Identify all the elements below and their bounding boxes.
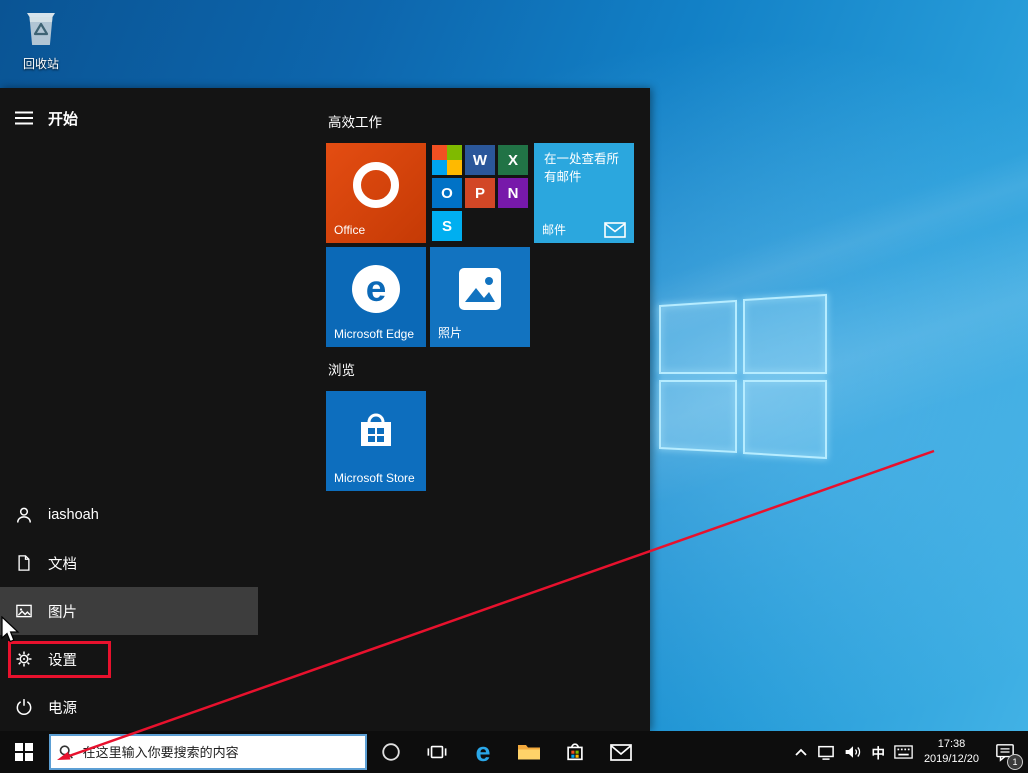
tile-excel[interactable]: X	[498, 145, 528, 175]
user-name-label: iashoah	[48, 507, 99, 523]
edge-icon: e	[475, 739, 490, 766]
file-explorer-button[interactable]	[506, 731, 552, 773]
start-menu-left-panel: 开始 iashoah 文	[0, 88, 258, 731]
start-nav-power[interactable]: 电源	[0, 683, 258, 731]
start-menu-title: 开始	[48, 108, 78, 129]
tile-mail-bottom: 邮件	[534, 221, 634, 238]
pictures-label: 图片	[48, 601, 77, 622]
tile-office-label: Office	[334, 223, 365, 237]
tile-mail-label: 邮件	[542, 221, 566, 238]
tile-grid-browse: Microsoft Store	[326, 391, 650, 491]
start-menu-nav: iashoah 文档	[0, 491, 258, 731]
hamburger-menu-button[interactable]	[0, 111, 48, 125]
tile-onenote[interactable]: N	[498, 178, 528, 208]
search-input[interactable]	[81, 744, 357, 761]
user-icon	[0, 505, 48, 525]
document-icon	[0, 553, 48, 573]
notification-badge: 1	[1007, 754, 1023, 770]
edge-logo-icon: e	[352, 265, 400, 313]
mail-taskbar-button[interactable]	[598, 731, 644, 773]
tile-skype[interactable]: S	[432, 211, 462, 241]
tile-office-hub[interactable]	[432, 145, 462, 175]
start-nav-user[interactable]: iashoah	[0, 491, 258, 539]
hamburger-icon	[15, 111, 33, 125]
cortana-icon	[380, 741, 402, 763]
tile-word[interactable]: W	[465, 145, 495, 175]
start-menu-header: 开始	[0, 98, 258, 138]
tile-edge-label: Microsoft Edge	[334, 327, 414, 341]
file-explorer-icon	[517, 742, 541, 762]
start-nav-settings[interactable]: 设置	[0, 635, 258, 683]
tray-overflow-button[interactable]	[794, 731, 808, 773]
tile-store[interactable]: Microsoft Store	[326, 391, 426, 491]
tile-mail[interactable]: 在一处查看所有邮件 邮件	[534, 143, 634, 243]
mail-icon	[610, 744, 632, 761]
photos-icon	[457, 266, 503, 312]
store-icon	[353, 408, 399, 454]
tile-powerpoint[interactable]: P	[465, 178, 495, 208]
tile-photos[interactable]: 照片	[430, 247, 530, 347]
taskbar-search-box[interactable]	[49, 734, 367, 770]
search-icon	[59, 744, 74, 760]
office-logo-icon	[353, 162, 399, 208]
store-icon	[564, 741, 586, 763]
windows-desktop: 回收站 开始 iashoah	[0, 0, 1028, 773]
gear-icon	[0, 649, 48, 669]
touch-keyboard-button[interactable]	[894, 731, 913, 773]
clock-time: 17:38	[938, 738, 966, 750]
task-view-button[interactable]	[414, 731, 460, 773]
tile-edge[interactable]: e Microsoft Edge	[326, 247, 426, 347]
office-apps-group: W X O P N S	[430, 143, 530, 243]
keyboard-icon	[894, 745, 913, 759]
ime-language-indicator[interactable]: 中	[871, 731, 885, 773]
power-label: 电源	[48, 697, 77, 718]
chevron-up-icon	[794, 747, 808, 757]
cortana-button[interactable]	[368, 731, 414, 773]
documents-label: 文档	[48, 553, 77, 574]
start-menu-tiles-panel: 高效工作 Office W X O P N S 在一处查看所有邮件	[258, 88, 650, 731]
edge-taskbar-button[interactable]: e	[460, 731, 506, 773]
recycle-bin-icon	[22, 6, 60, 48]
recycle-bin[interactable]: 回收站	[12, 6, 70, 72]
settings-label: 设置	[48, 649, 77, 670]
network-icon	[817, 744, 835, 760]
tile-mail-live-text: 在一处查看所有邮件	[534, 143, 634, 186]
tile-grid-productivity: Office W X O P N S 在一处查看所有邮件 邮件	[326, 143, 650, 347]
taskbar-clock[interactable]: 17:38 2019/12/20	[922, 737, 981, 767]
tile-office[interactable]: Office	[326, 143, 426, 243]
pictures-icon	[0, 602, 48, 620]
start-button[interactable]	[0, 731, 48, 773]
windows-logo-wallpaper	[616, 270, 866, 480]
start-nav-documents[interactable]: 文档	[0, 539, 258, 587]
tile-group-title-browse: 浏览	[328, 359, 650, 379]
system-tray: 中 17:38 2019/12/20 1	[794, 731, 1028, 773]
tile-outlook[interactable]: O	[432, 178, 462, 208]
clock-date: 2019/12/20	[924, 753, 979, 765]
taskbar: e	[0, 731, 1028, 773]
start-menu: 开始 iashoah 文	[0, 88, 650, 731]
task-view-icon	[426, 742, 448, 762]
tile-store-label: Microsoft Store	[334, 471, 415, 485]
action-center-button[interactable]: 1	[990, 731, 1020, 773]
tile-photos-label: 照片	[438, 324, 462, 341]
speaker-icon	[844, 744, 862, 760]
network-status-button[interactable]	[817, 731, 835, 773]
store-taskbar-button[interactable]	[552, 731, 598, 773]
mail-icon	[604, 222, 626, 238]
tile-group-title-productivity: 高效工作	[328, 111, 650, 131]
start-nav-pictures[interactable]: 图片	[0, 587, 258, 635]
recycle-bin-label: 回收站	[12, 55, 70, 72]
windows-start-icon	[15, 743, 33, 761]
power-icon	[0, 697, 48, 717]
volume-button[interactable]	[844, 731, 862, 773]
